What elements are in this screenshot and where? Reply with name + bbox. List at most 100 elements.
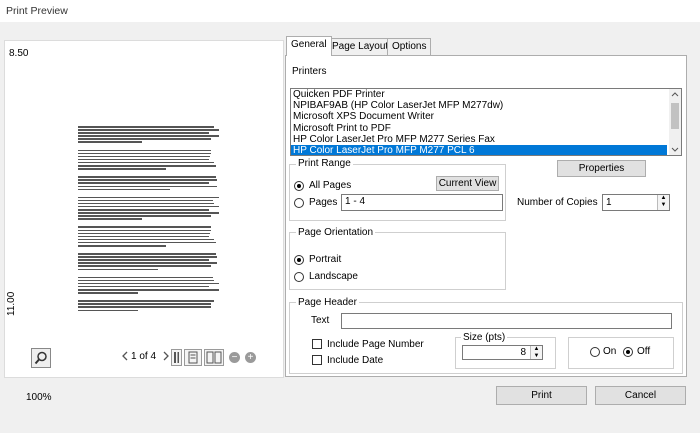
preview-text-line [78, 205, 219, 208]
header-on-radio[interactable] [590, 347, 600, 357]
all-pages-label: All Pages [309, 180, 352, 191]
preview-text-line [78, 185, 218, 187]
preview-text-line [78, 285, 209, 288]
preview-text-line [78, 238, 215, 241]
include-date-checkbox[interactable] [312, 355, 322, 365]
preview-text-line [78, 276, 213, 279]
number-of-copies-label: Number of Copies [517, 197, 598, 208]
preview-text-line [78, 155, 211, 158]
print-button[interactable]: Print [496, 386, 587, 405]
preview-text-line [78, 188, 171, 191]
cancel-button[interactable]: Cancel [595, 386, 686, 405]
zoom-in-button[interactable]: + [245, 352, 256, 363]
two-pages-icon [206, 351, 222, 364]
scroll-down-icon [671, 147, 679, 152]
pages-input[interactable]: 1 - 4 [341, 194, 503, 211]
plus-icon: + [247, 352, 254, 363]
preview-text-line [78, 168, 167, 170]
preview-page [78, 126, 220, 311]
tab-page-layout-label: Page Layout [332, 41, 389, 52]
size-stepper[interactable]: 8 ▲ ▼ [462, 345, 543, 360]
printer-list-item[interactable]: Microsoft Print to PDF [291, 123, 667, 134]
preview-text-line [78, 158, 209, 161]
page-of-label: of [139, 351, 148, 362]
copies-stepper[interactable]: 1 ▲ ▼ [602, 194, 670, 211]
printer-list-item[interactable]: Quicken PDF Printer [291, 89, 667, 100]
size-label: Size (pts) [461, 332, 508, 343]
scroll-up-icon [671, 92, 679, 97]
preview-text-line [78, 256, 218, 258]
prev-page-button[interactable] [121, 349, 129, 365]
printer-list-item[interactable]: NPIBAF9AB (HP Color LaserJet MFP M277dw) [291, 100, 667, 111]
preview-text-line [78, 259, 209, 261]
zoom-button[interactable] [31, 348, 51, 368]
magnifier-icon [34, 351, 47, 365]
print-range-title: Print Range [296, 158, 353, 169]
tab-page-layout[interactable]: Page Layout [327, 38, 394, 55]
preview-text-line [78, 306, 212, 308]
chevron-right-icon [163, 351, 169, 361]
tab-options[interactable]: Options [387, 38, 432, 55]
include-page-number-checkbox[interactable] [312, 339, 322, 349]
preview-text-line [78, 232, 211, 235]
preview-text-line [78, 138, 212, 140]
portrait-radio[interactable] [294, 255, 304, 265]
preview-paragraph-gap [78, 313, 220, 318]
spin-down-icon: ▼ [660, 202, 667, 208]
landscape-label: Landscape [309, 271, 358, 282]
printer-list-scrollbar[interactable] [669, 89, 681, 155]
preview-text-line [78, 303, 212, 305]
header-on-label: On [603, 346, 617, 357]
preview-text-line [78, 179, 218, 181]
tab-options-label: Options [392, 41, 427, 52]
copies-spin-buttons[interactable]: ▲ ▼ [657, 195, 669, 210]
next-page-button[interactable] [162, 349, 170, 365]
all-pages-radio[interactable] [294, 181, 304, 191]
current-view-button[interactable]: Current View [436, 176, 499, 191]
printer-list-item[interactable]: Microsoft XPS Document Writer [291, 111, 667, 122]
preview-text-line [78, 235, 209, 238]
preview-text-line [78, 129, 219, 131]
zoom-level: 100% [26, 392, 52, 403]
tab-general[interactable]: General [286, 36, 332, 56]
preview-text-line [78, 300, 215, 302]
preview-text-line [78, 199, 213, 202]
scroll-thumb[interactable] [671, 103, 679, 129]
preview-text-line [78, 262, 218, 264]
minus-icon: − [231, 352, 238, 363]
properties-button[interactable]: Properties [557, 160, 646, 177]
preview-text-line [78, 245, 167, 247]
preview-text-line [78, 196, 219, 199]
preview-text-line [78, 309, 138, 311]
pages-radio[interactable] [294, 198, 304, 208]
preview-text-line [78, 152, 212, 155]
preview-text-line [78, 218, 142, 220]
last-page-button[interactable] [171, 349, 182, 366]
printer-list-item[interactable]: HP Color LaserJet Pro MFP M277 Series Fa… [291, 134, 667, 145]
header-off-radio[interactable] [623, 347, 633, 357]
header-text-input[interactable] [341, 313, 672, 329]
preview-text-line [78, 165, 216, 167]
title-bar: Print Preview [0, 0, 700, 22]
portrait-label: Portrait [309, 254, 342, 265]
page-indicator: 1 of 4 [131, 349, 156, 365]
preview-text-line [78, 265, 212, 267]
preview-text-line [78, 253, 216, 255]
preview-text-line [78, 268, 158, 271]
preview-text-line [78, 209, 209, 211]
spin-down-icon: ▼ [533, 353, 540, 359]
printer-list-item[interactable]: HP Color LaserJet Pro MFP M277 PCL 6 [291, 144, 667, 155]
zoom-out-button[interactable]: − [229, 352, 240, 363]
size-spin-buttons[interactable]: ▲ ▼ [530, 346, 542, 359]
two-page-view-button[interactable] [204, 349, 224, 366]
printer-list[interactable]: Quicken PDF Printer NPIBAF9AB (HP Color L… [290, 88, 682, 156]
pages-label: Pages [309, 197, 338, 208]
preview-text-line [78, 289, 219, 291]
preview-text-line [78, 292, 138, 294]
landscape-radio[interactable] [294, 272, 304, 282]
page-width-label: 8.50 [9, 48, 29, 59]
one-page-view-button[interactable] [184, 349, 202, 366]
header-text-label: Text [311, 315, 330, 326]
total-pages: 4 [150, 351, 157, 362]
copies-value: 1 [606, 197, 612, 208]
